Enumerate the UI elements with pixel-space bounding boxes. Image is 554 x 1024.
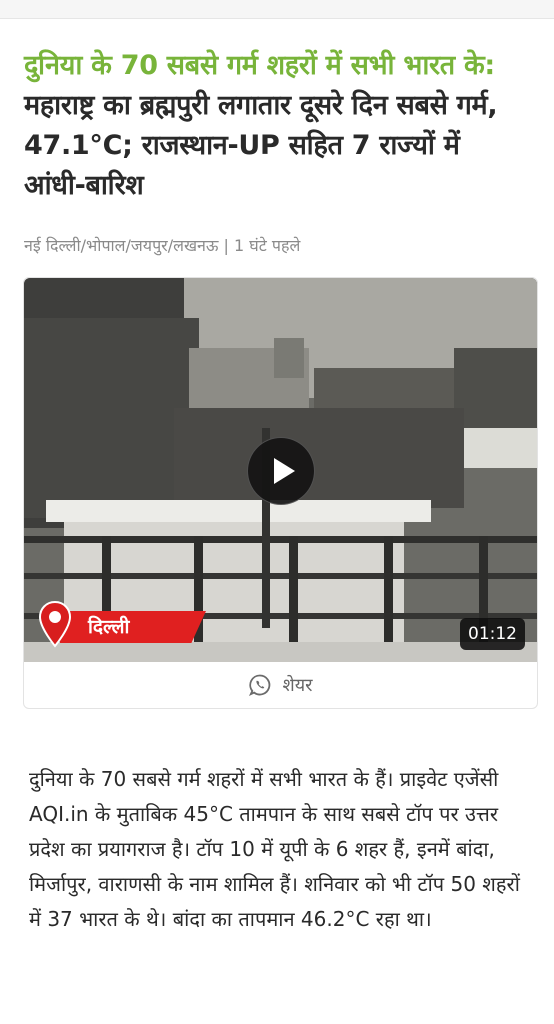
video-duration: 01:12 [460, 618, 525, 650]
article-meta: नई दिल्ली/भोपाल/जयपुर/लखनऊ | 1 घंटे पहले [24, 236, 301, 255]
share-button[interactable]: शेयर [24, 662, 537, 708]
map-pin-icon [38, 600, 72, 648]
play-button[interactable] [247, 437, 315, 505]
video-card: दिल्ली 01:12 शेयर [23, 277, 538, 709]
play-icon [274, 458, 295, 484]
article-headline: दुनिया के 70 सबसे गर्म शहरों में सभी भार… [24, 46, 524, 206]
headline-highlight: दुनिया के 70 सबसे गर्म शहरों में सभी भार… [24, 50, 495, 81]
article-body: दुनिया के 70 सबसे गर्म शहरों में सभी भार… [29, 767, 520, 931]
location-tag: दिल्ली [38, 600, 208, 648]
share-label: शेयर [282, 675, 313, 696]
video-player[interactable]: दिल्ली 01:12 [24, 278, 537, 662]
top-bar [0, 0, 554, 19]
location-ribbon [60, 611, 206, 643]
whatsapp-icon [249, 674, 271, 697]
headline-rest: महाराष्ट्र का ब्रह्मपुरी लगातार दूसरे दि… [24, 90, 498, 201]
location-label: दिल्ली [88, 616, 130, 638]
